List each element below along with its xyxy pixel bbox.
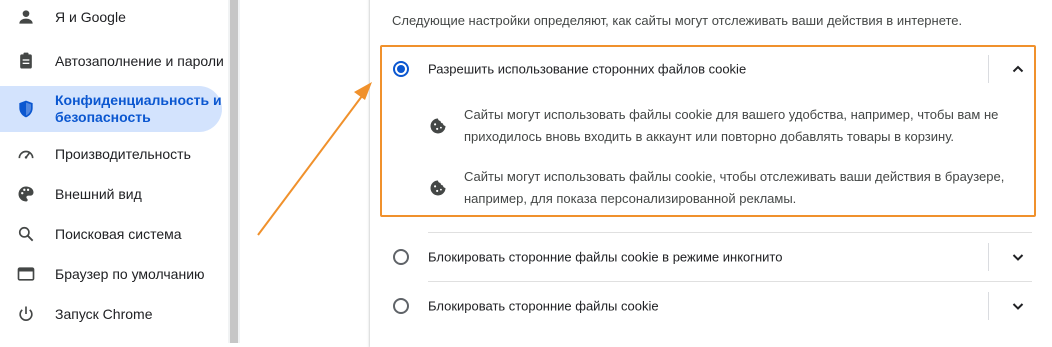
cookie-icon xyxy=(428,116,448,136)
sidebar-item-label: Я и Google xyxy=(55,8,126,25)
sidebar-item-you-and-google[interactable]: Я и Google xyxy=(0,4,222,30)
sidebar-item-label: Автозаполнение и пароли xyxy=(55,52,224,69)
clipboard-icon xyxy=(15,50,37,72)
option-label: Разрешить использование сторонних файлов… xyxy=(428,61,747,77)
sidebar-item-label: Производительность xyxy=(55,145,191,162)
chevron-up-icon[interactable] xyxy=(1008,59,1028,79)
shield-icon xyxy=(15,98,37,120)
power-icon xyxy=(15,303,37,325)
sidebar-item-appearance[interactable]: Внешний вид xyxy=(0,180,222,208)
settings-sidebar: Я и Google Автозаполнение и пароли Конфи… xyxy=(0,0,228,343)
divider xyxy=(988,292,989,320)
option-label: Блокировать сторонние файлы cookie в реж… xyxy=(428,249,783,265)
sidebar-item-label: Запуск Chrome xyxy=(55,305,153,322)
divider xyxy=(988,243,989,271)
sidebar-item-label: Конфиденциальность и безопасность xyxy=(55,92,222,125)
sidebar-item-performance[interactable]: Производительность xyxy=(0,140,222,168)
speedometer-icon xyxy=(15,143,37,165)
option-block-third-party-cookies[interactable]: Блокировать сторонние файлы cookie xyxy=(380,282,1040,330)
cookie-icon xyxy=(428,178,448,198)
option-block-third-party-incognito[interactable]: Блокировать сторонние файлы cookie в реж… xyxy=(380,233,1040,281)
sidebar-item-on-startup[interactable]: Запуск Chrome xyxy=(0,300,222,328)
radio-button[interactable] xyxy=(393,298,409,314)
sidebar-item-label: Поисковая система xyxy=(55,225,182,242)
radio-button[interactable] xyxy=(393,249,409,265)
annotation-arrow-icon xyxy=(257,82,372,236)
section-description: Следующие настройки определяют, как сайт… xyxy=(392,13,963,28)
sidebar-scrollbar-thumb[interactable] xyxy=(230,0,238,343)
detail-text: Сайты могут использовать файлы cookie, ч… xyxy=(464,169,1005,206)
sidebar-item-privacy-security[interactable]: Конфиденциальность и безопасность xyxy=(0,86,222,132)
cookie-detail-convenience: Сайты могут использовать файлы cookie дл… xyxy=(428,104,1038,148)
divider xyxy=(988,55,989,83)
cookie-detail-tracking: Сайты могут использовать файлы cookie, ч… xyxy=(428,166,1038,210)
sidebar-item-label: Внешний вид xyxy=(55,185,142,202)
sidebar-item-autofill[interactable]: Автозаполнение и пароли xyxy=(0,42,224,80)
sidebar-item-label: Браузер по умолчанию xyxy=(55,265,205,282)
search-icon xyxy=(15,223,37,245)
person-icon xyxy=(15,6,37,28)
palette-icon xyxy=(15,183,37,205)
radio-button-selected[interactable] xyxy=(393,61,409,77)
sidebar-item-default-browser[interactable]: Браузер по умолчанию xyxy=(0,260,222,288)
browser-icon xyxy=(15,263,37,285)
chevron-down-icon[interactable] xyxy=(1008,247,1028,267)
option-allow-third-party-cookies[interactable]: Разрешить использование сторонних файлов… xyxy=(380,45,1040,93)
option-label: Блокировать сторонние файлы cookie xyxy=(428,298,659,314)
detail-text: Сайты могут использовать файлы cookie дл… xyxy=(464,107,999,144)
chevron-down-icon[interactable] xyxy=(1008,296,1028,316)
sidebar-item-search-engine[interactable]: Поисковая система xyxy=(0,220,222,248)
